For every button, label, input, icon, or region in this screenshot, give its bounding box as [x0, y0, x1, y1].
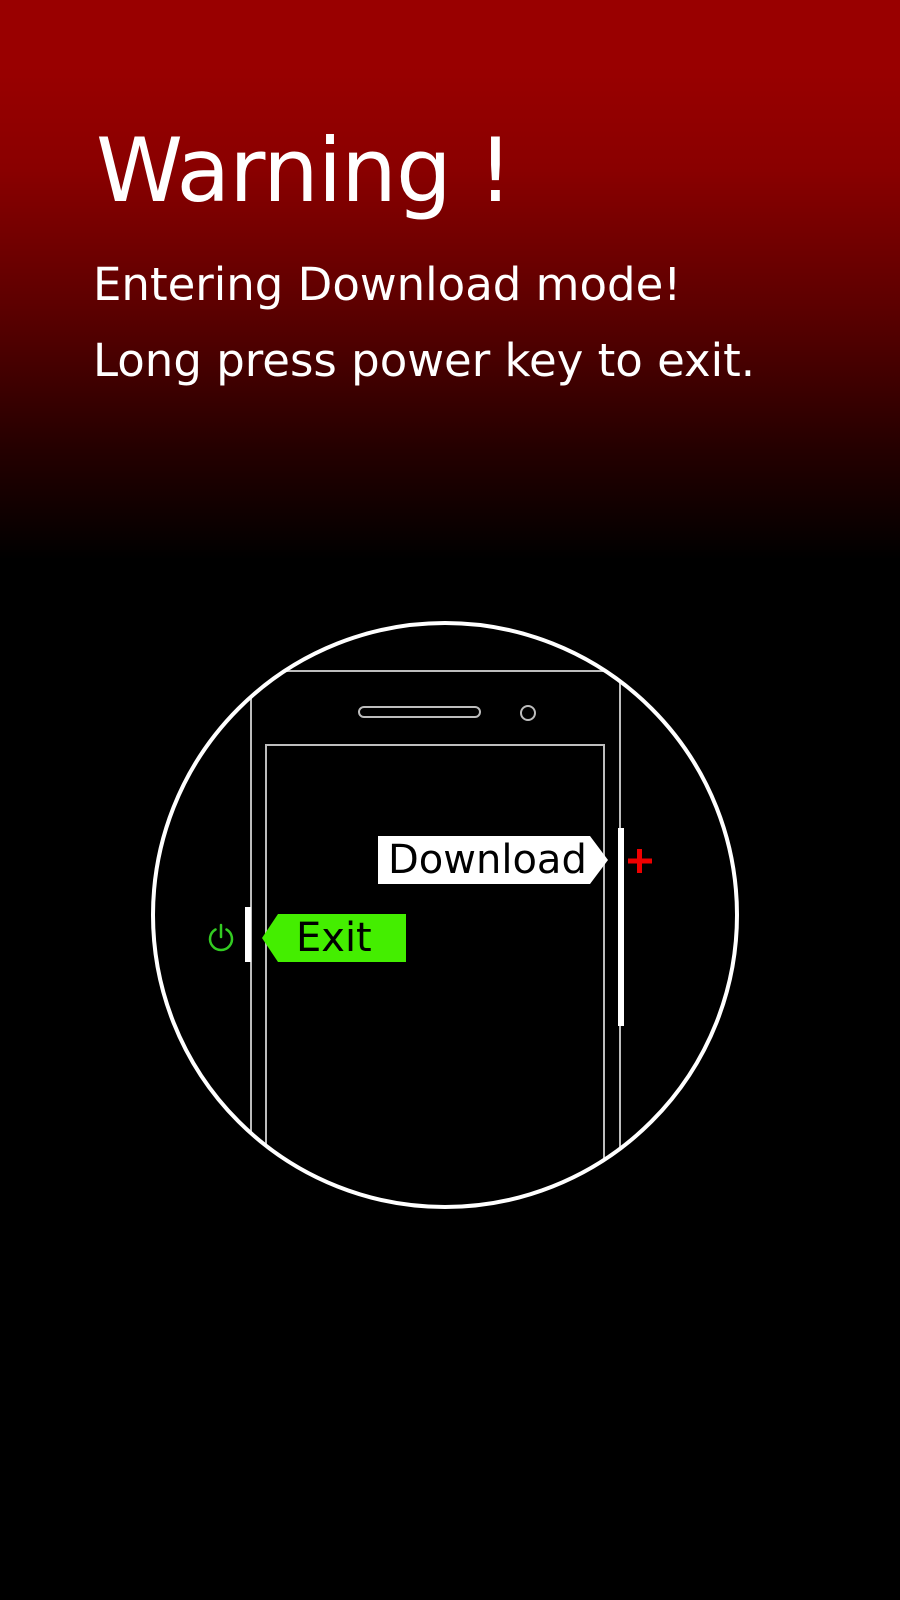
- warning-title: Warning !: [96, 119, 513, 222]
- power-icon: [208, 923, 234, 952]
- magnifier-circle: [151, 621, 739, 1209]
- front-camera: [520, 705, 536, 721]
- phone-illustration: [0, 600, 900, 1220]
- warning-header: Warning ! Entering Download mode! Long p…: [0, 0, 900, 560]
- download-key-label: Download: [378, 836, 608, 884]
- volume-key: [618, 828, 624, 1026]
- plus-icon: [628, 849, 652, 873]
- speaker-grille: [358, 706, 481, 718]
- exit-instruction-message: Long press power key to exit.: [93, 334, 756, 387]
- power-key: [245, 907, 251, 962]
- exit-key-label: Exit: [262, 914, 406, 962]
- download-mode-message: Entering Download mode!: [93, 258, 682, 311]
